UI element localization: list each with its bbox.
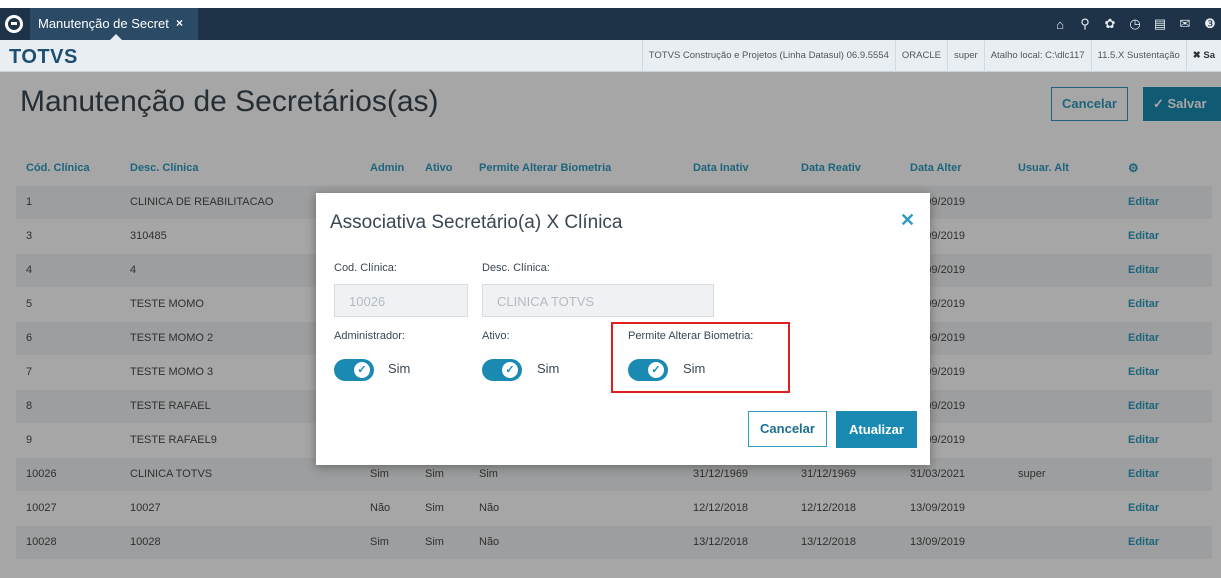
administrador-toggle[interactable]: ✓ [334, 359, 374, 381]
top-toolbar: ⌂ ⚲ ✿ ◷ ▤ ✉ ❸ [1046, 8, 1221, 40]
cod-clinica-field[interactable]: 10026 [334, 284, 468, 317]
tab-label: Manutenção de Secret [38, 16, 169, 31]
logout-button[interactable]: ✖ Sa [1185, 40, 1221, 72]
association-modal: Associativa Secretário(a) X Clínica ✕ Co… [316, 193, 930, 465]
check-icon: ✓ [354, 362, 370, 378]
settings-icon[interactable]: ✿ [1099, 8, 1121, 40]
administrador-label: Administrador: [334, 330, 405, 342]
update-button[interactable]: Atualizar [836, 411, 917, 448]
brand-logo: TOTVS [9, 46, 78, 68]
administrador-toggle-label: Sim [388, 361, 411, 376]
user-name: super [946, 40, 984, 72]
system-version: 11.5.X Sustentação [1090, 40, 1186, 72]
home-icon[interactable]: ⌂ [1049, 8, 1071, 40]
biometria-toggle[interactable]: ✓ [628, 359, 668, 381]
desc-clinica-label: Desc. Clínica: [482, 262, 550, 274]
document-icon[interactable]: ▤ [1149, 8, 1171, 40]
ativo-label: Ativo: [482, 330, 510, 342]
local-shortcut: Atalho local: C:\dlc117 [983, 40, 1091, 72]
clock-icon[interactable]: ◷ [1124, 8, 1146, 40]
product-version: TOTVS Construção e Projetos (Linha Datas… [641, 40, 895, 72]
biometria-label: Permite Alterar Biometria: [628, 330, 754, 342]
desc-clinica-field[interactable]: CLINICA TOTVS [482, 284, 714, 317]
session-info: TOTVS Construção e Projetos (Linha Datas… [641, 40, 1221, 72]
ativo-toggle-label: Sim [537, 361, 560, 376]
database-type: ORACLE [894, 40, 947, 72]
sitemap-icon[interactable]: ⚲ [1074, 8, 1096, 40]
close-icon[interactable]: ✕ [900, 210, 915, 231]
check-icon: ✓ [502, 362, 518, 378]
mail-icon[interactable]: ✉ [1174, 8, 1196, 40]
ativo-toggle[interactable]: ✓ [482, 359, 522, 381]
modal-cancel-button[interactable]: Cancelar [748, 411, 827, 447]
top-tab-bar: Manutenção de Secret × ⌂ ⚲ ✿ ◷ ▤ ✉ ❸ [0, 8, 1221, 40]
cod-clinica-label: Cod. Clínica: [334, 262, 397, 274]
biometria-toggle-label: Sim [683, 361, 706, 376]
tab-manutencao-secretarios[interactable]: Manutenção de Secret × [30, 8, 198, 40]
tab-close-icon[interactable]: × [176, 16, 183, 30]
totvs-logo-icon[interactable] [5, 15, 23, 33]
modal-title: Associativa Secretário(a) X Clínica [330, 212, 623, 233]
info-bar: TOTVS TOTVS Construção e Projetos (Linha… [0, 40, 1221, 72]
help-icon[interactable]: ❸ [1199, 8, 1221, 40]
check-icon: ✓ [648, 362, 664, 378]
